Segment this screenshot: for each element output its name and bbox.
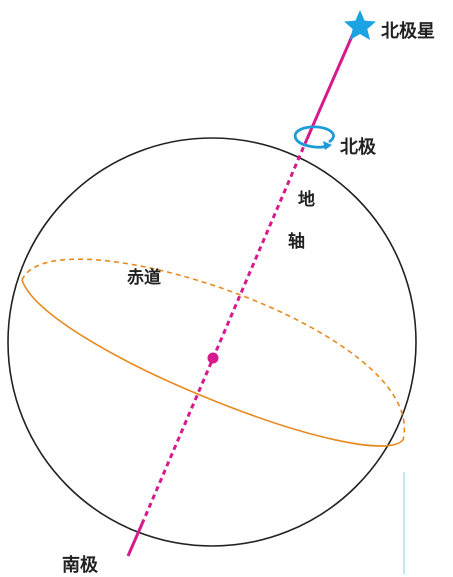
equator-back-dashed: [21, 258, 406, 441]
earth-axis-dashed: [140, 138, 309, 525]
south-pole-label: 南极: [62, 554, 99, 576]
polaris-label: 北极星: [381, 21, 435, 42]
earth-axis-north: [305, 26, 358, 140]
rotation-arrow-icon: [293, 125, 335, 150]
equator-label: 赤道: [127, 267, 161, 288]
star-icon: [344, 10, 376, 40]
axis-label-char-1: 地: [298, 189, 315, 210]
earth-axis-diagram: 北极星 北极 地 轴 赤道 南极: [7, 10, 435, 576]
earth-center-dot: [207, 352, 219, 364]
north-pole-label: 北极: [340, 137, 377, 158]
earth-sphere: [7, 137, 417, 547]
axis-label-char-2: 轴: [288, 231, 305, 252]
